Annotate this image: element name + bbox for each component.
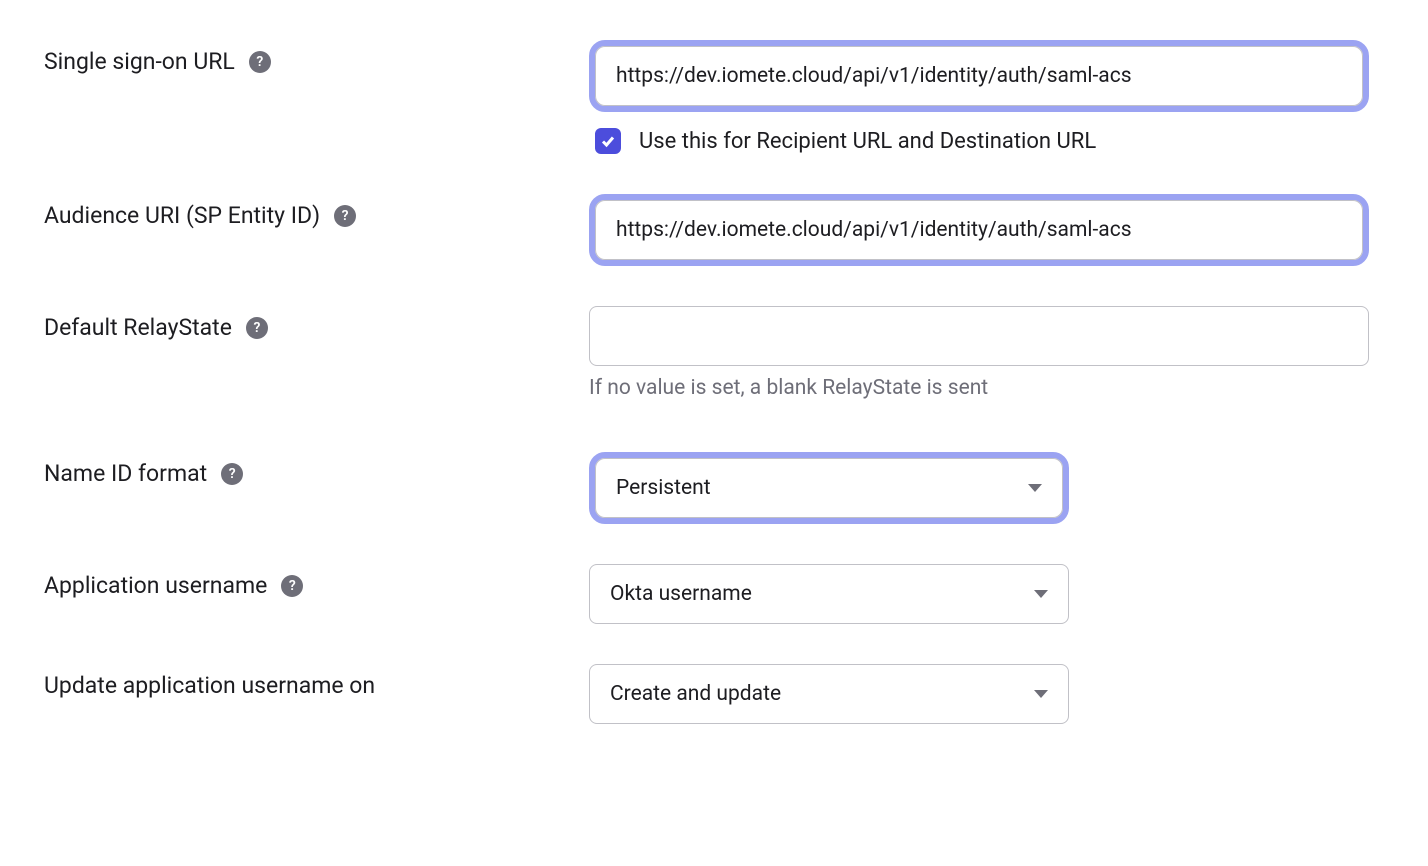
row-audience-uri: Audience URI (SP Entity ID) ?: [44, 194, 1384, 266]
relay-state-label: Default RelayState: [44, 314, 232, 341]
row-app-username: Application username ? Okta username: [44, 564, 1384, 624]
help-icon[interactable]: ?: [246, 317, 268, 339]
input-col: Create and update: [589, 664, 1369, 724]
sso-url-input[interactable]: [595, 46, 1363, 106]
row-name-id-format: Name ID format ? Persistent: [44, 452, 1384, 524]
input-col: Use this for Recipient URL and Destinati…: [589, 40, 1369, 154]
input-col: If no value is set, a blank RelayState i…: [589, 306, 1369, 400]
app-username-select[interactable]: Okta username: [589, 564, 1069, 624]
relay-state-input[interactable]: [589, 306, 1369, 366]
update-username-on-select[interactable]: Create and update: [589, 664, 1069, 724]
chevron-down-icon: [1034, 590, 1048, 598]
select-value: Create and update: [610, 682, 781, 706]
select-value: Okta username: [610, 582, 752, 606]
recipient-url-checkbox-label: Use this for Recipient URL and Destinati…: [639, 129, 1096, 154]
row-relay-state: Default RelayState ? If no value is set,…: [44, 306, 1384, 400]
input-col: Okta username: [589, 564, 1369, 624]
name-id-format-label: Name ID format: [44, 460, 207, 487]
app-username-label: Application username: [44, 572, 267, 599]
highlight-box: [589, 194, 1369, 266]
update-username-on-label: Update application username on: [44, 672, 375, 699]
help-icon[interactable]: ?: [249, 51, 271, 73]
name-id-format-select[interactable]: Persistent: [595, 458, 1063, 518]
input-col: [589, 194, 1369, 266]
recipient-url-checkbox[interactable]: [595, 128, 621, 154]
sso-url-label: Single sign-on URL: [44, 48, 235, 75]
chevron-down-icon: [1028, 484, 1042, 492]
chevron-down-icon: [1034, 690, 1048, 698]
highlight-box: Persistent: [589, 452, 1069, 524]
help-icon[interactable]: ?: [281, 575, 303, 597]
label-col: Audience URI (SP Entity ID) ?: [44, 194, 589, 229]
row-update-username-on: Update application username on Create an…: [44, 664, 1384, 724]
label-col: Single sign-on URL ?: [44, 40, 589, 75]
label-col: Update application username on: [44, 664, 589, 699]
row-sso-url: Single sign-on URL ? Use this for Recipi…: [44, 40, 1384, 154]
relay-state-hint: If no value is set, a blank RelayState i…: [589, 376, 1369, 400]
input-col: Persistent: [589, 452, 1369, 524]
help-icon[interactable]: ?: [334, 205, 356, 227]
audience-uri-input[interactable]: [595, 200, 1363, 260]
label-col: Name ID format ?: [44, 452, 589, 487]
audience-uri-label: Audience URI (SP Entity ID): [44, 202, 320, 229]
select-wrap: Okta username: [589, 564, 1069, 624]
label-col: Application username ?: [44, 564, 589, 599]
checkbox-row: Use this for Recipient URL and Destinati…: [595, 128, 1369, 154]
highlight-box: [589, 40, 1369, 112]
help-icon[interactable]: ?: [221, 463, 243, 485]
select-wrap: Create and update: [589, 664, 1069, 724]
label-col: Default RelayState ?: [44, 306, 589, 341]
select-value: Persistent: [616, 476, 711, 500]
